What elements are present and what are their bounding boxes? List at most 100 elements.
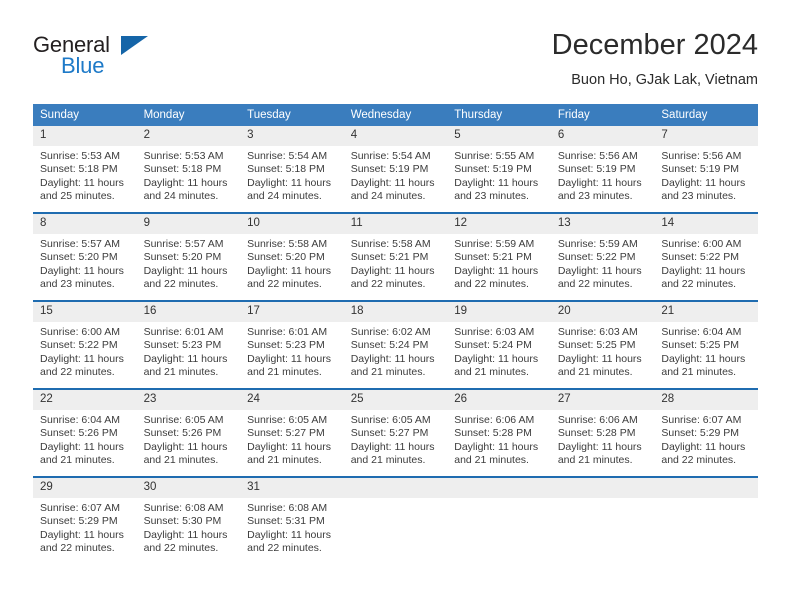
calendar-day-cell[interactable]: 29 Sunrise: 6:07 AM Sunset: 5:29 PM Dayligh… xyxy=(33,476,137,564)
day-sunrise-text: Sunrise: 6:08 AM xyxy=(143,502,224,514)
calendar-day-cell[interactable]: 6 Sunrise: 5:56 AM Sunset: 5:19 PM Daylight… xyxy=(550,126,655,213)
calendar-day-cell[interactable]: 18 Sunrise: 6:02 AM Sunset: 5:24 PM Dayligh… xyxy=(343,300,448,389)
day-cell-inner: 10 Sunrise: 5:58 AM Sunset: 5:20 PM Dayligh… xyxy=(240,214,344,300)
day-number: 1 xyxy=(33,126,137,146)
day-number: 16 xyxy=(136,302,241,322)
day-daylight1-text: Daylight: 11 hours xyxy=(454,176,539,189)
calendar-day-cell[interactable]: 27 Sunrise: 6:06 AM Sunset: 5:28 PM Dayligh… xyxy=(550,388,655,477)
calendar-day-cell[interactable]: 3 Sunrise: 5:54 AM Sunset: 5:18 PM Daylight… xyxy=(240,126,344,213)
day-daylight1-text: Daylight: 11 hours xyxy=(143,352,228,365)
day-cell-inner: 1 Sunrise: 5:53 AM Sunset: 5:18 PM Daylight… xyxy=(33,126,137,212)
day-sunrise-text: Sunrise: 5:55 AM xyxy=(454,150,535,162)
day-daylight1-text: Daylight: 11 hours xyxy=(661,352,746,365)
calendar-day-cell[interactable] xyxy=(343,476,448,564)
calendar-day-cell[interactable]: 22 Sunrise: 6:04 AM Sunset: 5:26 PM Dayligh… xyxy=(33,388,137,477)
day-number: 14 xyxy=(654,214,758,234)
day-daylight1-text: Daylight: 11 hours xyxy=(350,264,435,277)
day-daylight2-text: and 21 minutes. xyxy=(350,366,426,379)
day-daylight1-text: Daylight: 11 hours xyxy=(40,528,124,541)
calendar-day-cell[interactable]: 2 Sunrise: 5:53 AM Sunset: 5:18 PM Daylight… xyxy=(136,126,241,213)
day-daylight2-text: and 22 minutes. xyxy=(247,542,322,555)
day-details: Sunrise: 5:54 AM Sunset: 5:19 PM Daylight:… xyxy=(344,146,448,204)
day-sunrise-text: Sunrise: 5:53 AM xyxy=(40,150,120,162)
day-cell-inner: 28 Sunrise: 6:07 AM Sunset: 5:29 PM Dayligh… xyxy=(654,390,758,476)
calendar-day-cell[interactable]: 4 Sunrise: 5:54 AM Sunset: 5:19 PM Daylight… xyxy=(343,126,448,213)
day-number: 31 xyxy=(240,478,344,498)
day-sunrise-text: Sunrise: 5:59 AM xyxy=(454,238,535,250)
day-daylight2-text: and 24 minutes. xyxy=(143,190,219,203)
day-sunrise-text: Sunrise: 5:54 AM xyxy=(350,150,431,162)
calendar-day-cell[interactable] xyxy=(447,476,551,564)
day-daylight2-text: and 21 minutes. xyxy=(557,454,633,467)
day-daylight2-text: and 22 minutes. xyxy=(557,278,633,291)
day-daylight1-text: Daylight: 11 hours xyxy=(40,440,124,453)
general-blue-logo: General Blue xyxy=(33,32,163,88)
calendar-day-cell[interactable]: 5 Sunrise: 5:55 AM Sunset: 5:19 PM Daylight… xyxy=(447,126,551,213)
day-sunrise-text: Sunrise: 6:05 AM xyxy=(350,414,431,426)
day-details: Sunrise: 6:05 AM Sunset: 5:27 PM Daylight:… xyxy=(240,410,344,468)
day-sunrise-text: Sunrise: 6:00 AM xyxy=(40,326,120,338)
calendar-day-cell[interactable]: 26 Sunrise: 6:06 AM Sunset: 5:28 PM Dayligh… xyxy=(447,388,551,477)
calendar-day-cell[interactable]: 25 Sunrise: 6:05 AM Sunset: 5:27 PM Dayligh… xyxy=(343,388,448,477)
calendar-day-cell[interactable]: 24 Sunrise: 6:05 AM Sunset: 5:27 PM Dayligh… xyxy=(240,388,344,477)
weekday-header-sunday: Sunday xyxy=(33,104,137,126)
day-sunrise-text: Sunrise: 6:03 AM xyxy=(557,326,638,338)
day-daylight2-text: and 21 minutes. xyxy=(143,454,219,467)
calendar-day-cell[interactable]: 28 Sunrise: 6:07 AM Sunset: 5:29 PM Dayligh… xyxy=(654,388,758,477)
calendar-day-cell[interactable]: 21 Sunrise: 6:04 AM Sunset: 5:25 PM Dayligh… xyxy=(654,300,758,389)
day-number: 10 xyxy=(240,214,344,234)
calendar-day-cell[interactable]: 14 Sunrise: 6:00 AM Sunset: 5:22 PM Dayligh… xyxy=(654,212,758,301)
day-details: Sunrise: 6:00 AM Sunset: 5:22 PM Daylight:… xyxy=(654,234,758,292)
day-sunset-text: Sunset: 5:18 PM xyxy=(143,163,222,176)
calendar-day-cell[interactable] xyxy=(550,476,655,564)
calendar-day-cell[interactable]: 8 Sunrise: 5:57 AM Sunset: 5:20 PM Daylight… xyxy=(33,212,137,301)
day-details: Sunrise: 6:06 AM Sunset: 5:28 PM Daylight:… xyxy=(551,410,655,468)
day-sunset-text: Sunset: 5:24 PM xyxy=(454,339,532,352)
day-cell-inner: 20 Sunrise: 6:03 AM Sunset: 5:25 PM Dayligh… xyxy=(550,302,655,388)
calendar-day-cell[interactable]: 13 Sunrise: 5:59 AM Sunset: 5:22 PM Dayligh… xyxy=(550,212,655,301)
calendar-day-cell[interactable]: 1 Sunrise: 5:53 AM Sunset: 5:18 PM Daylight… xyxy=(33,126,137,213)
calendar-day-cell[interactable]: 7 Sunrise: 5:56 AM Sunset: 5:19 PM Daylight… xyxy=(654,126,758,213)
day-sunset-text: Sunset: 5:19 PM xyxy=(350,163,429,176)
calendar-day-cell[interactable]: 10 Sunrise: 5:58 AM Sunset: 5:20 PM Dayligh… xyxy=(240,212,344,301)
calendar-day-cell[interactable]: 12 Sunrise: 5:59 AM Sunset: 5:21 PM Dayligh… xyxy=(447,212,551,301)
calendar-day-cell[interactable] xyxy=(654,476,758,564)
day-number: 11 xyxy=(343,214,448,234)
day-sunset-text: Sunset: 5:23 PM xyxy=(247,339,325,352)
day-details: Sunrise: 6:03 AM Sunset: 5:25 PM Daylight:… xyxy=(551,322,655,380)
calendar-day-cell[interactable]: 16 Sunrise: 6:01 AM Sunset: 5:23 PM Dayligh… xyxy=(136,300,241,389)
day-sunset-text: Sunset: 5:29 PM xyxy=(40,515,118,528)
calendar-day-cell[interactable]: 9 Sunrise: 5:57 AM Sunset: 5:20 PM Daylight… xyxy=(136,212,241,301)
day-details: Sunrise: 6:05 AM Sunset: 5:27 PM Daylight:… xyxy=(344,410,448,468)
calendar-day-cell[interactable]: 15 Sunrise: 6:00 AM Sunset: 5:22 PM Dayligh… xyxy=(33,300,137,389)
day-daylight1-text: Daylight: 11 hours xyxy=(247,528,331,541)
day-number: 5 xyxy=(447,126,551,146)
day-daylight2-text: and 21 minutes. xyxy=(454,366,529,379)
weekday-header-monday: Monday xyxy=(136,104,241,126)
day-daylight2-text: and 21 minutes. xyxy=(247,366,322,379)
day-number: 28 xyxy=(654,390,758,410)
calendar-day-cell[interactable]: 23 Sunrise: 6:05 AM Sunset: 5:26 PM Dayligh… xyxy=(136,388,241,477)
day-daylight1-text: Daylight: 11 hours xyxy=(143,440,228,453)
day-sunrise-text: Sunrise: 5:54 AM xyxy=(247,150,328,162)
day-sunset-text: Sunset: 5:27 PM xyxy=(350,427,429,440)
calendar-day-cell[interactable]: 20 Sunrise: 6:03 AM Sunset: 5:25 PM Dayligh… xyxy=(550,300,655,389)
day-daylight2-text: and 22 minutes. xyxy=(350,278,426,291)
day-number xyxy=(343,478,448,498)
day-daylight1-text: Daylight: 11 hours xyxy=(350,352,435,365)
day-daylight1-text: Daylight: 11 hours xyxy=(247,440,331,453)
calendar-day-cell[interactable]: 19 Sunrise: 6:03 AM Sunset: 5:24 PM Dayligh… xyxy=(447,300,551,389)
calendar-day-cell[interactable]: 31 Sunrise: 6:08 AM Sunset: 5:31 PM Dayligh… xyxy=(240,476,344,564)
day-sunset-text: Sunset: 5:29 PM xyxy=(661,427,740,440)
day-number: 2 xyxy=(136,126,241,146)
day-cell-inner xyxy=(343,478,448,564)
day-sunset-text: Sunset: 5:24 PM xyxy=(350,339,429,352)
day-daylight1-text: Daylight: 11 hours xyxy=(350,176,435,189)
calendar-day-cell[interactable]: 17 Sunrise: 6:01 AM Sunset: 5:23 PM Dayligh… xyxy=(240,300,344,389)
day-sunset-text: Sunset: 5:20 PM xyxy=(143,251,222,264)
calendar-day-cell[interactable]: 30 Sunrise: 6:08 AM Sunset: 5:30 PM Dayligh… xyxy=(136,476,241,564)
day-details: Sunrise: 6:04 AM Sunset: 5:25 PM Daylight:… xyxy=(654,322,758,380)
day-sunset-text: Sunset: 5:31 PM xyxy=(247,515,325,528)
calendar-day-cell[interactable]: 11 Sunrise: 5:58 AM Sunset: 5:21 PM Dayligh… xyxy=(343,212,448,301)
day-sunset-text: Sunset: 5:30 PM xyxy=(143,515,222,528)
